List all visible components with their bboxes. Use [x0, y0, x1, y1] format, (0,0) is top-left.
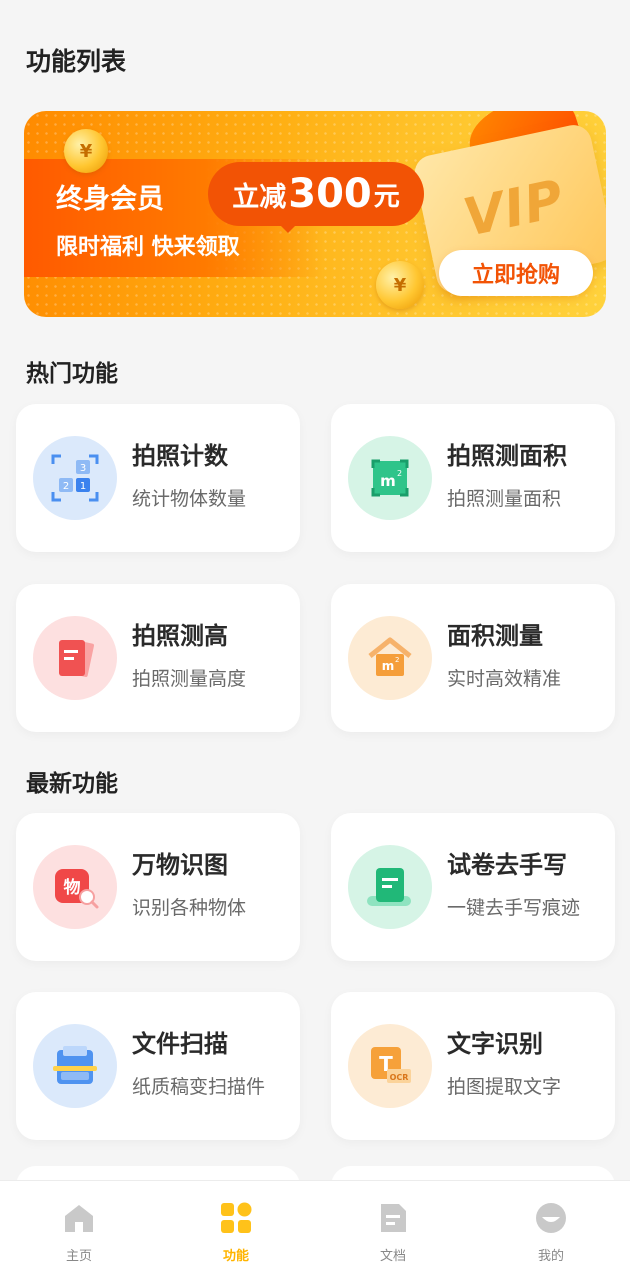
card-desc: 一键去手写痕迹: [447, 897, 581, 919]
feature-card-ocr[interactable]: T OCR 文字识别 拍图提取文字: [331, 992, 615, 1140]
grid-icon: [221, 1202, 252, 1233]
coin-icon: ¥: [64, 129, 108, 173]
svg-text:OCR: OCR: [390, 1073, 409, 1082]
card-title: 拍照测面积: [447, 442, 567, 470]
card-title: 拍照计数: [132, 442, 228, 470]
paper-erase-icon: [348, 845, 432, 929]
feature-card-object-recognition[interactable]: 物 万物识图 识别各种物体: [16, 813, 300, 961]
banner-sub-text: 限时福利 快来领取: [56, 235, 240, 260]
feature-card-paper-erase[interactable]: 试卷去手写 一键去手写痕迹: [331, 813, 615, 961]
hot-section-title: 热门功能: [26, 361, 118, 387]
feature-card-photo-area[interactable]: m 2 拍照测面积 拍照测量面积: [331, 404, 615, 552]
card-title: 文字识别: [447, 1030, 543, 1058]
area-photo-icon: m 2: [348, 436, 432, 520]
tab-label: 功能: [222, 1249, 249, 1264]
profile-icon: [536, 1203, 566, 1233]
tab-profile[interactable]: 我的: [501, 1201, 601, 1264]
svg-text:3: 3: [80, 463, 86, 474]
tab-home[interactable]: 主页: [29, 1201, 129, 1264]
svg-text:2: 2: [397, 469, 402, 478]
card-desc: 纸质稿变扫描件: [132, 1076, 266, 1098]
card-desc: 拍照测量面积: [447, 488, 562, 510]
app-page: 功能列表 VIP ¥ ¥ 终身会员 立减 300 元 限时福利 快来领取 立即抢…: [0, 0, 630, 1280]
house-area-icon: m 2: [348, 616, 432, 700]
feature-card-area-measure[interactable]: m 2 面积测量 实时高效精准: [331, 584, 615, 732]
tab-label: 我的: [537, 1249, 564, 1264]
home-icon: [65, 1205, 93, 1232]
feature-card-photo-count[interactable]: 3 2 1 拍照计数 统计物体数量: [16, 404, 300, 552]
card-title: 拍照测高: [132, 622, 228, 650]
card-desc: 拍照测量高度: [132, 668, 247, 690]
ocr-icon: T OCR: [348, 1024, 432, 1108]
scan-icon: [33, 1024, 117, 1108]
svg-text:m: m: [382, 659, 395, 673]
tab-label: 文档: [379, 1249, 406, 1264]
svg-text:2: 2: [63, 481, 69, 492]
discount-amount: 300: [288, 171, 372, 217]
discount-pill-tail: [276, 221, 300, 233]
discount-unit: 元: [373, 181, 400, 212]
tab-label: 主页: [65, 1249, 92, 1264]
vip-card-text: VIP: [458, 169, 570, 249]
svg-text:m: m: [380, 472, 396, 490]
card-desc: 拍图提取文字: [447, 1076, 562, 1098]
new-section-title: 最新功能: [26, 771, 118, 797]
tab-features[interactable]: 功能: [186, 1201, 286, 1264]
tab-documents[interactable]: 文档: [343, 1201, 443, 1264]
object-recognize-icon: 物: [33, 845, 117, 929]
card-title: 面积测量: [447, 622, 543, 650]
document-icon: [381, 1204, 406, 1232]
vip-promo-banner[interactable]: VIP ¥ ¥ 终身会员 立减 300 元 限时福利 快来领取 立即抢购: [24, 111, 606, 317]
card-title: 试卷去手写: [447, 851, 567, 879]
svg-text:2: 2: [395, 656, 399, 664]
height-icon: [33, 616, 117, 700]
svg-text:1: 1: [80, 481, 86, 492]
page-title: 功能列表: [26, 47, 127, 76]
count-icon: 3 2 1: [33, 436, 117, 520]
card-desc: 识别各种物体: [132, 897, 247, 919]
card-desc: 统计物体数量: [132, 488, 247, 510]
coin-icon: ¥: [376, 261, 424, 309]
bottom-tab-bar: 主页 功能 文档 我的: [0, 1180, 630, 1280]
card-title: 文件扫描: [132, 1030, 228, 1058]
feature-card-photo-height[interactable]: 拍照测高 拍照测量高度: [16, 584, 300, 732]
card-desc: 实时高效精准: [447, 668, 562, 690]
banner-main-text: 终身会员: [56, 184, 164, 215]
svg-text:物: 物: [64, 877, 81, 898]
buy-now-button[interactable]: 立即抢购: [439, 250, 593, 296]
discount-lead: 立减: [232, 181, 287, 213]
discount-pill: 立减 300 元: [208, 162, 424, 226]
feature-card-file-scan[interactable]: 文件扫描 纸质稿变扫描件: [16, 992, 300, 1140]
card-title: 万物识图: [132, 851, 228, 879]
